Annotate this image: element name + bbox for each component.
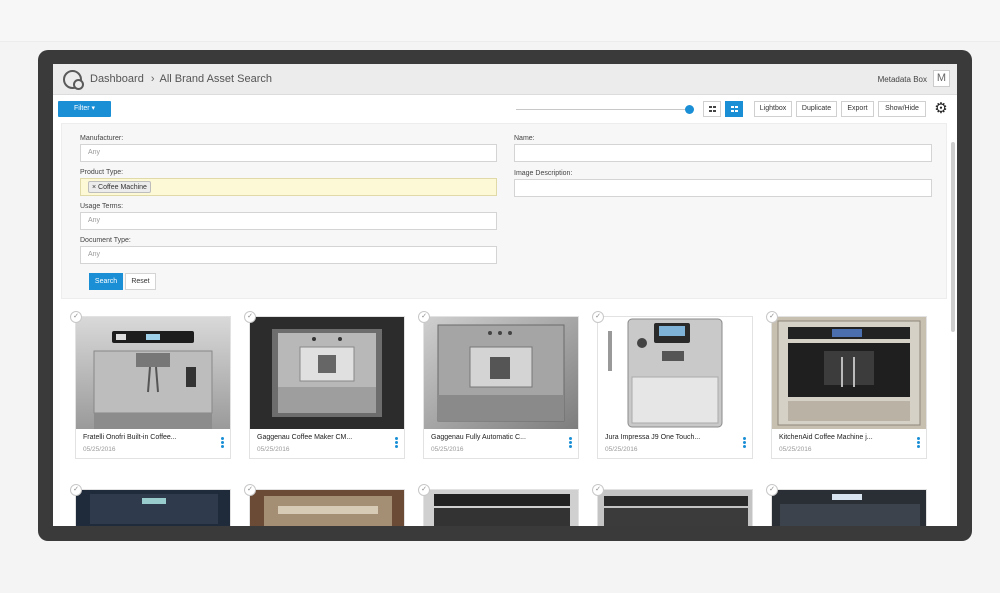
product-thumbnail[interactable] xyxy=(772,490,927,526)
product-thumbnail[interactable] xyxy=(424,490,579,526)
select-checkbox[interactable]: ✓ xyxy=(244,484,256,496)
toolbar: Filter ▾ Lightbox Duplicate Export Show/… xyxy=(53,95,957,123)
asset-date: 05/25/2016 xyxy=(257,446,290,453)
search-button[interactable]: Search xyxy=(89,273,123,290)
monitor-frame: Dashboard › All Brand Asset Search Metadat… xyxy=(38,50,972,541)
more-options-icon[interactable] xyxy=(917,437,921,449)
app-screen: Dashboard › All Brand Asset Search Metadat… xyxy=(53,64,957,526)
more-options-icon[interactable] xyxy=(221,437,225,449)
list-view-button[interactable] xyxy=(703,101,721,117)
select-checkbox[interactable]: ✓ xyxy=(70,484,82,496)
filter-panel: Manufacturer: Any Product Type: × Coffee… xyxy=(61,123,947,299)
select-checkbox[interactable]: ✓ xyxy=(70,311,82,323)
metadata-box-button[interactable]: M xyxy=(933,70,950,87)
page-top-band xyxy=(0,0,1000,42)
product-thumbnail[interactable] xyxy=(598,490,753,526)
product-thumbnail[interactable] xyxy=(250,317,404,429)
reset-button[interactable]: Reset xyxy=(125,273,156,290)
breadcrumb-dashboard-link[interactable]: Dashboard xyxy=(90,73,144,85)
app-header: Dashboard › All Brand Asset Search Metadat… xyxy=(53,64,957,95)
asset-title[interactable]: Gaggenau Fully Automatic C... xyxy=(431,434,526,441)
more-options-icon[interactable] xyxy=(743,437,747,449)
more-options-icon[interactable] xyxy=(569,437,573,449)
filter-dropdown-button[interactable]: Filter ▾ xyxy=(58,101,111,117)
result-card[interactable] xyxy=(249,489,405,526)
duplicate-button[interactable]: Duplicate xyxy=(796,101,837,117)
document-type-input[interactable]: Any xyxy=(80,246,497,264)
result-card[interactable]: Gaggenau Fully Automatic C... 05/25/2016 xyxy=(423,316,579,459)
show-hide-button[interactable]: Show/Hide xyxy=(878,101,926,117)
list-view-icon xyxy=(709,106,716,112)
name-input[interactable] xyxy=(514,144,932,162)
grid-view-icon xyxy=(731,106,738,112)
result-card[interactable] xyxy=(423,489,579,526)
lightbox-button[interactable]: Lightbox xyxy=(754,101,792,117)
product-type-label: Product Type: xyxy=(80,169,124,176)
usage-terms-input[interactable]: Any xyxy=(80,212,497,230)
select-checkbox[interactable]: ✓ xyxy=(592,311,604,323)
result-card[interactable] xyxy=(597,489,753,526)
asset-date: 05/25/2016 xyxy=(605,446,638,453)
chevron-right-icon: › xyxy=(150,73,155,86)
image-description-input[interactable] xyxy=(514,179,932,197)
coffee-machine-tag[interactable]: × Coffee Machine xyxy=(88,181,151,193)
product-thumbnail[interactable] xyxy=(772,317,926,429)
more-options-icon[interactable] xyxy=(395,437,399,449)
grid-view-button[interactable] xyxy=(725,101,743,117)
gear-icon[interactable]: ⚙ xyxy=(933,101,949,117)
result-card[interactable]: Fratelli Onofri Built-in Coffee... 05/25… xyxy=(75,316,231,459)
product-thumbnail[interactable] xyxy=(598,317,752,429)
select-checkbox[interactable]: ✓ xyxy=(418,484,430,496)
result-card[interactable]: KitchenAid Coffee Machine j... 05/25/201… xyxy=(771,316,927,459)
name-label: Name: xyxy=(514,135,535,142)
manufacturer-input[interactable]: Any xyxy=(80,144,497,162)
result-card[interactable] xyxy=(75,489,231,526)
product-thumbnail[interactable] xyxy=(250,490,405,526)
breadcrumb-current: All Brand Asset Search xyxy=(159,73,273,86)
product-type-input[interactable]: × Coffee Machine xyxy=(80,178,497,196)
select-checkbox[interactable]: ✓ xyxy=(244,311,256,323)
result-card[interactable]: Jura Impressa J9 One Touch... 05/25/2016 xyxy=(597,316,753,459)
manufacturer-label: Manufacturer: xyxy=(80,135,124,142)
usage-terms-label: Usage Terms: xyxy=(80,203,124,210)
asset-title[interactable]: Jura Impressa J9 One Touch... xyxy=(605,434,700,441)
select-checkbox[interactable]: ✓ xyxy=(766,311,778,323)
document-type-label: Document Type: xyxy=(80,237,131,244)
asset-date: 05/25/2016 xyxy=(779,446,812,453)
product-thumbnail[interactable] xyxy=(76,317,230,429)
slider-handle[interactable] xyxy=(685,105,694,114)
breadcrumb: Dashboard › All Brand Asset Search xyxy=(90,73,272,85)
asset-title[interactable]: Gaggenau Coffee Maker CM... xyxy=(257,434,352,441)
asset-title[interactable]: KitchenAid Coffee Machine j... xyxy=(779,434,873,441)
export-button[interactable]: Export xyxy=(841,101,874,117)
select-checkbox[interactable]: ✓ xyxy=(592,484,604,496)
select-checkbox[interactable]: ✓ xyxy=(766,484,778,496)
product-thumbnail[interactable] xyxy=(424,317,578,429)
scrollbar[interactable] xyxy=(951,142,955,332)
thumbnail-size-slider[interactable] xyxy=(516,109,686,110)
asset-date: 05/25/2016 xyxy=(431,446,464,453)
result-card[interactable] xyxy=(771,489,927,526)
asset-date: 05/25/2016 xyxy=(83,446,116,453)
asset-title[interactable]: Fratelli Onofri Built-in Coffee... xyxy=(83,434,177,441)
metadata-box-label: Metadata Box xyxy=(877,75,927,84)
select-checkbox[interactable]: ✓ xyxy=(418,311,430,323)
result-card[interactable]: Gaggenau Coffee Maker CM... 05/25/2016 xyxy=(249,316,405,459)
app-logo-icon[interactable] xyxy=(63,70,84,90)
product-thumbnail[interactable] xyxy=(76,490,231,526)
image-description-label: Image Description: xyxy=(514,170,573,177)
